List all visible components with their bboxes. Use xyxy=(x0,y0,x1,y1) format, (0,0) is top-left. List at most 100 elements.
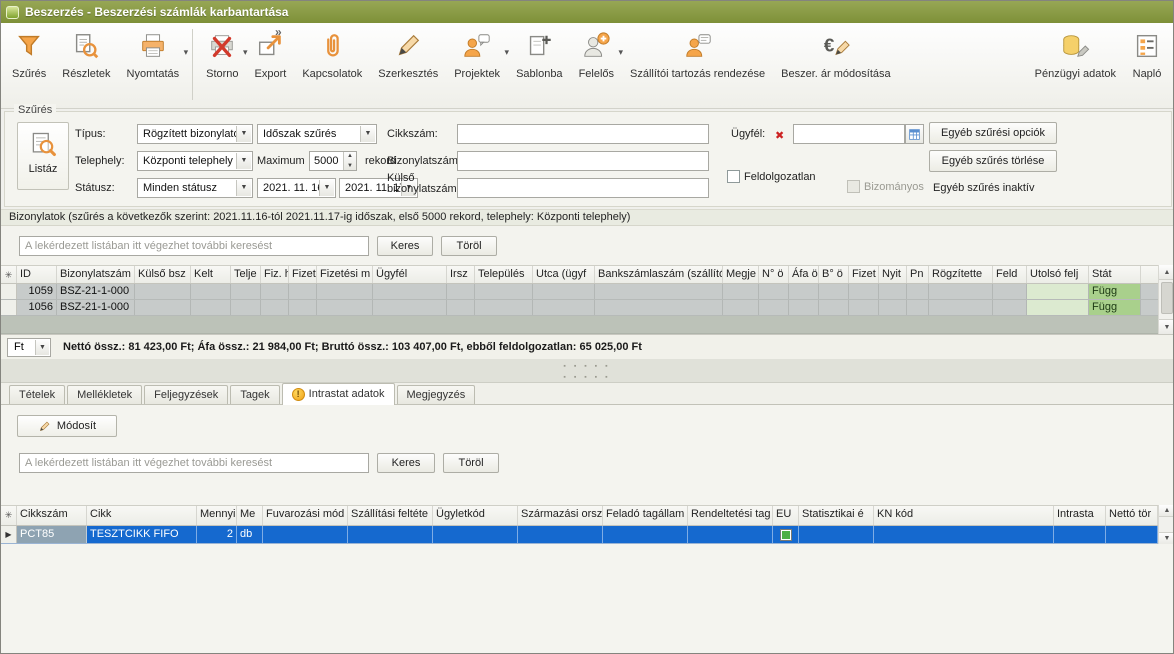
column-header[interactable]: Ügyletkód xyxy=(433,506,518,525)
other-filter-options-button[interactable]: Egyéb szűrési opciók xyxy=(929,122,1057,144)
column-header[interactable]: Rögzítette xyxy=(929,266,993,283)
column-header[interactable]: ID xyxy=(17,266,57,283)
column-header[interactable]: Ügyfél xyxy=(373,266,447,283)
splitter-handle[interactable] xyxy=(563,374,610,381)
date-from-select[interactable]: 2021. 11. 16. xyxy=(257,178,336,198)
tab-mellekletek[interactable]: Mellékletek xyxy=(67,385,142,404)
column-header[interactable]: Fizet xyxy=(849,266,879,283)
documents-search-input[interactable] xyxy=(19,236,369,256)
scroll-down-icon[interactable]: ▼ xyxy=(1159,319,1174,334)
toolbar-button-export[interactable]: Export xyxy=(248,27,294,106)
column-header[interactable]: Statisztikai é xyxy=(799,506,874,525)
column-header[interactable]: Cikkszám xyxy=(17,506,87,525)
item-number-input[interactable] xyxy=(457,124,709,144)
tab-intrastat-adatok[interactable]: Intrastat adatok xyxy=(282,383,395,405)
toolbar-button-storno[interactable]: Storno xyxy=(199,27,245,106)
column-header[interactable]: Feld xyxy=(993,266,1027,283)
column-header[interactable]: Település xyxy=(475,266,533,283)
column-header[interactable]: Fiz. h xyxy=(261,266,289,283)
toolbar-button-beszer-ar[interactable]: € Beszer. ár módosítása xyxy=(774,27,897,106)
toolbar-button-penzugyi-adatok[interactable]: Pénzügyi adatok xyxy=(1028,27,1123,106)
external-doc-input[interactable] xyxy=(457,178,709,198)
column-header[interactable]: Szállítási feltéte xyxy=(348,506,433,525)
column-header[interactable]: Bizonylatszám xyxy=(57,266,135,283)
customer-input[interactable] xyxy=(793,124,905,144)
toolbar-button-szerkesztes[interactable]: Szerkesztés xyxy=(371,27,445,106)
toolbar-button-kapcsolatok[interactable]: Kapcsolatok xyxy=(295,27,369,106)
column-header[interactable]: Kelt xyxy=(191,266,231,283)
unprocessed-checkbox[interactable]: Feldolgozatlan xyxy=(727,170,816,183)
toolbar-overflow-chevron[interactable]: » xyxy=(275,25,282,39)
documents-clear-button[interactable]: Töröl xyxy=(441,236,497,256)
table-row[interactable]: 1059 BSZ-21-1-000 Függ xyxy=(1,284,1158,300)
column-header[interactable]: Utolsó felj xyxy=(1027,266,1089,283)
toolbar-button-szallitoi-tartozas[interactable]: Szállítói tartozás rendezése xyxy=(623,27,772,106)
column-header[interactable]: Intrasta xyxy=(1054,506,1106,525)
eu-checkbox[interactable] xyxy=(780,529,792,541)
table-row[interactable]: 1056 BSZ-21-1-000 Függ xyxy=(1,300,1158,316)
detail-search-button[interactable]: Keres xyxy=(377,453,435,473)
column-header[interactable]: N° ö xyxy=(759,266,789,283)
toolbar-button-sablonba[interactable]: Sablonba xyxy=(509,27,570,106)
selected-row[interactable]: PCT85 TESZTCIKK FIFO 2 db xyxy=(1,526,1158,544)
chevron-down-icon[interactable] xyxy=(184,42,189,60)
tab-feljegyzesek[interactable]: Feljegyzések xyxy=(144,385,228,404)
column-header[interactable]: Nettó tör xyxy=(1106,506,1158,525)
other-filter-clear-button[interactable]: Egyéb szűrés törlése xyxy=(929,150,1057,172)
column-header[interactable]: Bankszámlaszám (szállító) xyxy=(595,266,723,283)
toolbar-button-nyomtatas[interactable]: Nyomtatás xyxy=(120,27,187,106)
scroll-up-icon[interactable]: ▲ xyxy=(1159,265,1174,280)
title-bar[interactable]: Beszerzés - Beszerzési számlák karbantar… xyxy=(1,1,1173,23)
detail-search-input[interactable] xyxy=(19,453,369,473)
column-header[interactable]: Nyit xyxy=(879,266,907,283)
splitter-handle[interactable] xyxy=(563,363,610,370)
scrollbar-thumb[interactable] xyxy=(1161,282,1173,314)
column-header[interactable]: Telje xyxy=(231,266,261,283)
detail-clear-button[interactable]: Töröl xyxy=(443,453,499,473)
customer-lookup-button[interactable] xyxy=(905,124,924,144)
scroll-down-icon[interactable]: ▼ xyxy=(1159,532,1174,544)
column-header[interactable]: KN kód xyxy=(874,506,1054,525)
panel-splitter[interactable] xyxy=(1,359,1173,383)
column-header[interactable]: Rendeltetési tag xyxy=(688,506,773,525)
column-header[interactable]: Utca (ügyf xyxy=(533,266,595,283)
column-header[interactable]: Stát xyxy=(1089,266,1141,283)
column-header[interactable]: Külső bsz xyxy=(135,266,191,283)
tab-megjegyzes[interactable]: Megjegyzés xyxy=(397,385,476,404)
column-header[interactable]: Megje xyxy=(723,266,759,283)
column-header[interactable]: Pn xyxy=(907,266,929,283)
intrastat-grid-scrollbar[interactable]: ▲ ▼ xyxy=(1158,505,1174,544)
max-records-spinner[interactable]: 5000 xyxy=(309,151,357,171)
toolbar-button-naplo[interactable]: Napló xyxy=(1125,27,1169,106)
column-header[interactable]: Áfa ö xyxy=(789,266,819,283)
column-header[interactable]: Feladó tagállam xyxy=(603,506,688,525)
documents-search-button[interactable]: Keres xyxy=(377,236,433,256)
column-header[interactable]: Fuvarozási mód xyxy=(263,506,348,525)
toolbar-button-felelos[interactable]: Felelős xyxy=(572,27,621,106)
spinner-arrows-icon[interactable] xyxy=(343,152,356,170)
period-select[interactable]: Időszak szűrés xyxy=(257,124,377,144)
listaz-button[interactable]: Listáz xyxy=(17,122,69,190)
column-header[interactable]: Me xyxy=(237,506,263,525)
chevron-down-icon[interactable] xyxy=(243,42,248,60)
column-header[interactable]: Cikk xyxy=(87,506,197,525)
toolbar-button-szures[interactable]: Szűrés xyxy=(5,27,53,106)
toolbar-button-reszletek[interactable]: Részletek xyxy=(55,27,117,106)
column-header[interactable]: Fizet xyxy=(289,266,317,283)
scroll-up-icon[interactable]: ▲ xyxy=(1159,505,1174,517)
toolbar-button-projektek[interactable]: Projektek xyxy=(447,27,507,106)
column-header[interactable]: Irsz xyxy=(447,266,475,283)
doc-number-input[interactable] xyxy=(457,151,709,171)
tab-tagek[interactable]: Tagek xyxy=(230,385,279,404)
clear-customer-icon[interactable] xyxy=(775,126,791,142)
tab-tetelek[interactable]: Tételek xyxy=(9,385,65,404)
column-header[interactable]: Mennyi xyxy=(197,506,237,525)
site-select[interactable]: Központi telephely xyxy=(137,151,253,171)
currency-select[interactable]: Ft xyxy=(7,338,51,357)
documents-grid-scrollbar[interactable]: ▲ ▼ xyxy=(1158,265,1174,334)
column-header[interactable]: B° ö xyxy=(819,266,849,283)
column-header[interactable]: EU xyxy=(773,506,799,525)
modify-button[interactable]: Módosít xyxy=(17,415,117,437)
column-header[interactable]: Fizetési m xyxy=(317,266,373,283)
type-select[interactable]: Rögzített bizonylatok xyxy=(137,124,253,144)
